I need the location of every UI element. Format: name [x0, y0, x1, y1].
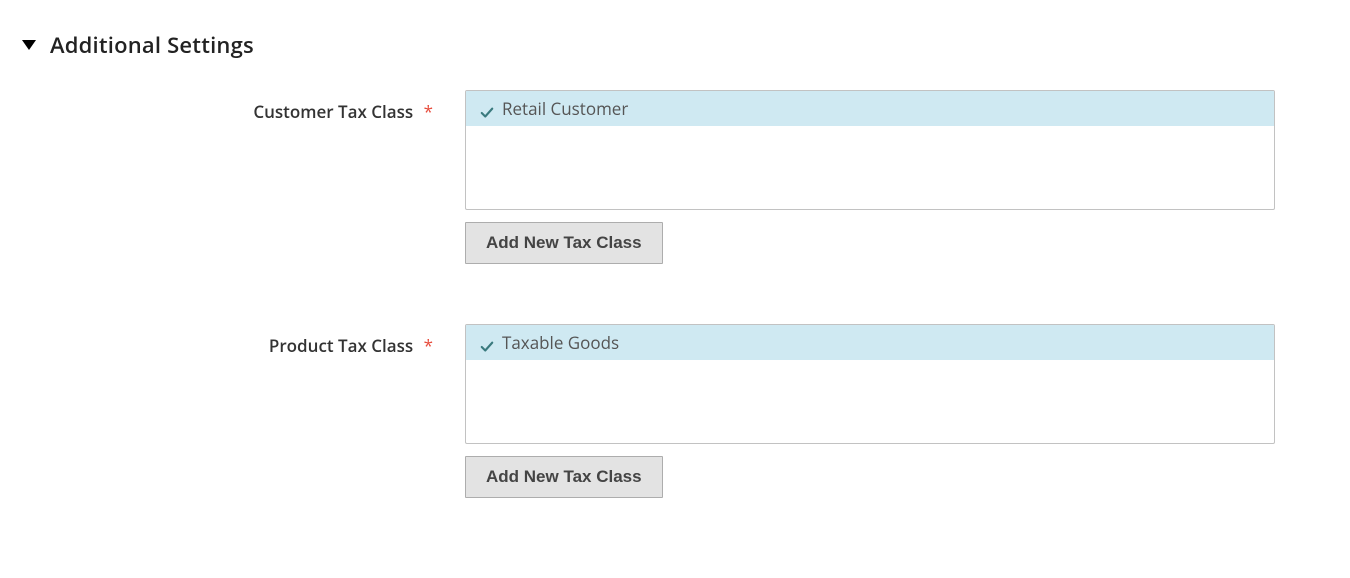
required-star: * [424, 100, 433, 123]
product-tax-class-label-text: Product Tax Class [269, 334, 413, 357]
check-icon [480, 102, 494, 116]
check-icon [480, 336, 494, 350]
section-toggle[interactable]: Additional Settings [20, 30, 1330, 60]
product-tax-class-select[interactable]: Taxable Goods [465, 324, 1275, 444]
option-label: Taxable Goods [502, 331, 619, 354]
customer-tax-class-label-text: Customer Tax Class [253, 100, 413, 123]
required-star: * [424, 334, 433, 357]
add-customer-tax-class-button[interactable]: Add New Tax Class [465, 222, 663, 264]
customer-tax-class-label: Customer Tax Class * [20, 90, 465, 123]
field-customer-tax-class: Customer Tax Class * Retail Customer Add… [20, 90, 1330, 264]
section-title: Additional Settings [50, 30, 254, 60]
option-label: Retail Customer [502, 97, 628, 120]
caret-down-icon [22, 40, 36, 50]
customer-tax-class-option-retail[interactable]: Retail Customer [466, 91, 1274, 126]
product-tax-class-label: Product Tax Class * [20, 324, 465, 357]
field-product-tax-class: Product Tax Class * Taxable Goods Add Ne… [20, 324, 1330, 498]
product-tax-class-option-taxable[interactable]: Taxable Goods [466, 325, 1274, 360]
customer-tax-class-select[interactable]: Retail Customer [465, 90, 1275, 210]
add-product-tax-class-button[interactable]: Add New Tax Class [465, 456, 663, 498]
